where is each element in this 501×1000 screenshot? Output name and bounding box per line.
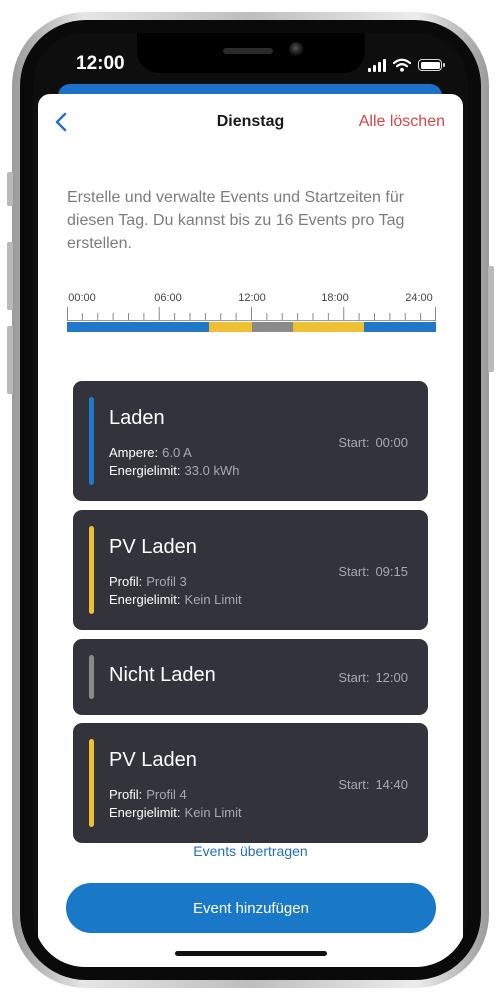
home-indicator: [175, 951, 327, 956]
event-detail-energielimit: Energielimit: 33.0 kWh: [109, 463, 239, 478]
start-label: Start:: [338, 435, 370, 450]
screen: 12:00 Dienstag Alle löschen Erstelle und…: [33, 33, 468, 967]
detail-value: Profil 4: [146, 787, 187, 802]
event-accent: [89, 655, 94, 699]
timeline-label: 00:00: [68, 292, 96, 304]
event-accent: [89, 526, 94, 614]
detail-label: Energielimit:: [109, 463, 181, 478]
event-start: Start: 12:00: [338, 670, 408, 685]
start-time: 12:00: [375, 670, 408, 685]
event-start: Start: 09:15: [338, 564, 408, 579]
event-title: PV Laden: [109, 749, 197, 771]
detail-label: Profil:: [109, 574, 143, 589]
intro-text: Erstelle und verwalte Events und Startze…: [67, 189, 405, 252]
cellular-signal-icon: [368, 58, 386, 72]
event-detail-energielimit: Energielimit: Kein Limit: [109, 805, 242, 820]
timeline-label: 12:00: [238, 292, 266, 304]
event-card-pv-laden[interactable]: PV Laden Profil: Profil 4 Energielimit: Ke…: [73, 723, 428, 843]
timeline-label: 18:00: [321, 292, 349, 304]
wifi-icon: [393, 58, 411, 72]
start-time: 00:00: [375, 435, 408, 450]
timeline-segment: [364, 322, 436, 332]
event-accent: [89, 397, 94, 485]
day-events-sheet: Dienstag Alle löschen Erstelle und verwa…: [38, 94, 463, 967]
event-start: Start: 00:00: [338, 435, 408, 450]
detail-label: Energielimit:: [109, 592, 181, 607]
detail-value: 33.0 kWh: [184, 463, 240, 478]
detail-label: Energielimit:: [109, 805, 181, 820]
timeline-ticks: [67, 307, 436, 321]
event-detail-ampere: Ampere: 6.0 A: [109, 445, 192, 460]
start-label: Start:: [338, 670, 370, 685]
timeline-segment: [292, 322, 365, 332]
day-timeline: 00:00 06:00 12:00 18:00 24:00: [67, 292, 437, 334]
power-button: [488, 266, 494, 372]
event-accent: [89, 739, 94, 827]
transfer-events-link[interactable]: Events übertragen: [38, 843, 463, 859]
event-start: Start: 14:40: [338, 777, 408, 792]
event-card-pv-laden[interactable]: PV Laden Profil: Profil 3 Energielimit: Ke…: [73, 510, 428, 630]
timeline-label: 06:00: [154, 292, 182, 304]
front-camera: [289, 42, 304, 57]
timeline-segment: [251, 322, 293, 332]
timeline-label: 24:00: [405, 292, 433, 304]
notch: [137, 33, 365, 73]
event-card-nicht-laden[interactable]: Nicht Laden Start: 12:00: [73, 639, 428, 715]
start-label: Start:: [338, 564, 370, 579]
start-time: 09:15: [375, 564, 408, 579]
speaker-grille: [223, 48, 273, 54]
detail-value: Kein Limit: [184, 592, 242, 607]
event-detail-profil: Profil: Profil 3: [109, 574, 187, 589]
start-time: 14:40: [375, 777, 408, 792]
status-icons: [368, 57, 445, 73]
mute-switch: [7, 172, 13, 206]
event-title: Nicht Laden: [109, 664, 216, 686]
event-title: Laden: [109, 407, 165, 429]
timeline-segment: [209, 322, 252, 332]
clear-all-button[interactable]: Alle löschen: [359, 113, 445, 131]
event-card-laden[interactable]: Laden Ampere: 6.0 A Energielimit: 33.0 kWh…: [73, 381, 428, 501]
event-title: PV Laden: [109, 536, 197, 558]
volume-up-button: [7, 242, 13, 310]
start-label: Start:: [338, 777, 370, 792]
volume-down-button: [7, 326, 13, 394]
detail-value: Profil 3: [146, 574, 187, 589]
detail-label: Ampere:: [109, 445, 159, 460]
detail-value: 6.0 A: [162, 445, 192, 460]
detail-label: Profil:: [109, 787, 143, 802]
status-time: 12:00: [76, 53, 125, 74]
detail-value: Kein Limit: [184, 805, 242, 820]
event-detail-profil: Profil: Profil 4: [109, 787, 187, 802]
add-event-button[interactable]: Event hinzufügen: [66, 883, 436, 933]
timeline-segment: [67, 322, 210, 332]
battery-icon: [418, 59, 445, 71]
event-detail-energielimit: Energielimit: Kein Limit: [109, 592, 242, 607]
